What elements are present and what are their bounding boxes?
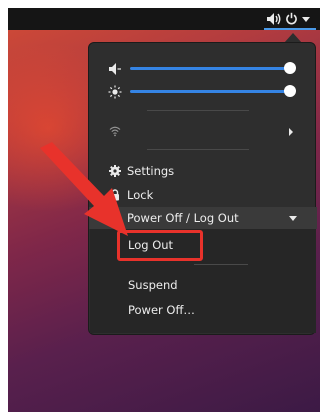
- power-off-label: Power Off…: [128, 303, 195, 317]
- annotation-highlight-box: [117, 230, 203, 261]
- brightness-slider-handle[interactable]: [284, 85, 296, 97]
- power-off-item[interactable]: Power Off…: [90, 299, 318, 321]
- wifi-icon: [109, 126, 121, 137]
- system-tray-button[interactable]: [264, 8, 316, 30]
- chevron-down-icon: [289, 216, 297, 221]
- lock-icon: [111, 189, 119, 201]
- volume-slider[interactable]: [130, 67, 293, 70]
- volume-slider-row: [89, 61, 317, 77]
- system-menu: Settings Lock Power Off / Log Out Log Ou…: [88, 42, 318, 335]
- settings-item[interactable]: Settings: [89, 160, 317, 182]
- suspend-label: Suspend: [128, 278, 178, 292]
- lock-label: Lock: [127, 188, 154, 202]
- brightness-icon: [108, 85, 122, 99]
- brightness-slider-row: [89, 84, 317, 100]
- chevron-right-icon: [289, 128, 293, 136]
- separator: [147, 149, 249, 150]
- power-icon: [286, 12, 297, 25]
- settings-label: Settings: [127, 164, 175, 178]
- speaker-icon: [267, 13, 281, 25]
- lock-item[interactable]: Lock: [89, 184, 317, 206]
- volume-slider-handle[interactable]: [284, 62, 296, 74]
- gear-icon: [109, 165, 121, 177]
- suspend-item[interactable]: Suspend: [90, 274, 318, 296]
- volume-icon: [109, 63, 121, 75]
- wifi-row[interactable]: [89, 120, 317, 142]
- chevron-down-icon: [302, 17, 310, 22]
- separator: [194, 264, 248, 265]
- top-bar: [8, 8, 320, 30]
- brightness-slider[interactable]: [130, 90, 293, 93]
- power-off-log-out-label: Power Off / Log Out: [127, 211, 239, 225]
- separator: [147, 110, 249, 111]
- power-off-log-out-item[interactable]: Power Off / Log Out: [89, 207, 317, 229]
